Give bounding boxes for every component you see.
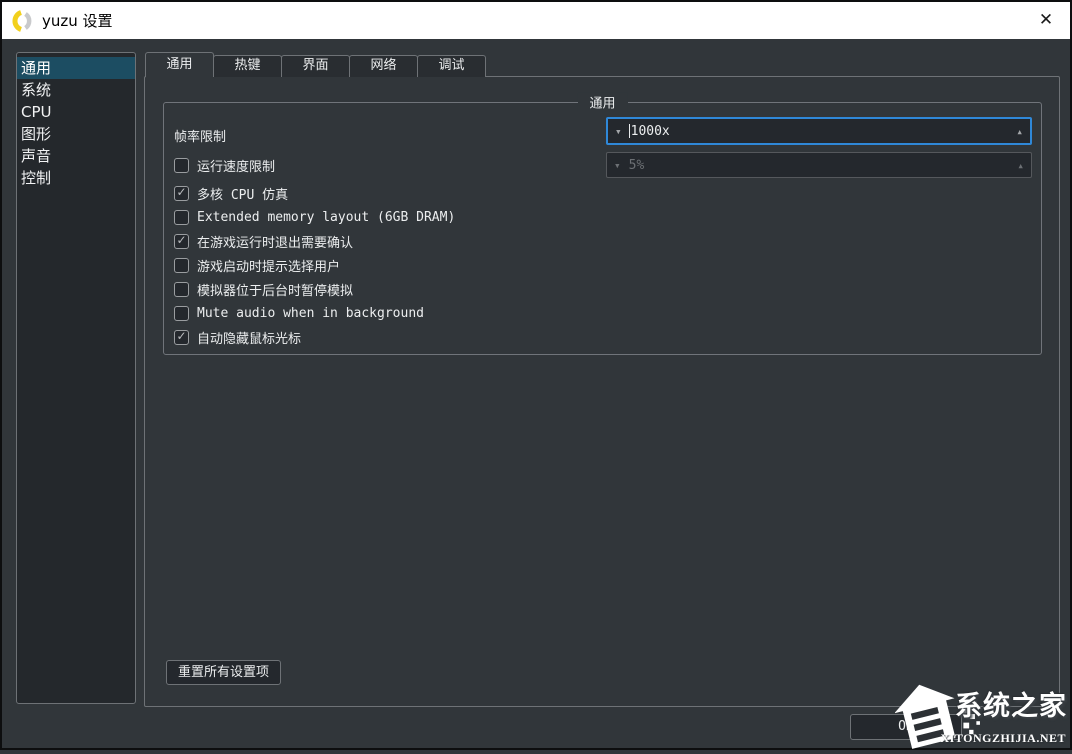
sidebar-item-audio[interactable]: 声音 (17, 145, 135, 167)
sidebar-item-graphics[interactable]: 图形 (17, 123, 135, 145)
category-list: 通用 系统 CPU 图形 声音 控制 (16, 52, 136, 704)
checkbox-box (174, 306, 189, 321)
chevron-down-icon: ▾ (614, 160, 621, 171)
check-icon: ✓ (176, 234, 186, 246)
frame-rate-value: 1000x (631, 124, 670, 139)
sidebar-item-system[interactable]: 系统 (17, 79, 135, 101)
frame-rate-combobox[interactable]: ▾ 1000x ▴ (606, 117, 1032, 145)
tab-general[interactable]: 通用 (145, 52, 214, 77)
watermark-site-name: 系统之家 (955, 684, 1067, 723)
checkbox-box: ✓ (174, 186, 189, 201)
text-cursor (629, 124, 630, 138)
checkbox-mute-background[interactable]: Mute audio when in background (174, 305, 424, 321)
checkbox-multicore-cpu[interactable]: ✓ 多核 CPU 仿真 (174, 185, 288, 201)
checkbox-box (174, 282, 189, 297)
speed-limit-value: 5% (629, 158, 645, 173)
reset-settings-button[interactable]: 重置所有设置项 (166, 660, 281, 685)
checkbox-box (174, 210, 189, 225)
sidebar-item-controls[interactable]: 控制 (17, 167, 135, 189)
tab-network[interactable]: 网络 (349, 55, 418, 77)
sidebar-item-general[interactable]: 通用 (17, 57, 135, 79)
checkbox-box (174, 258, 189, 273)
checkbox-pause-background[interactable]: 模拟器位于后台时暂停模拟 (174, 281, 353, 297)
general-groupbox: 通用 帧率限制 ▾ 1000x ▴ ▾ 5% ▴ 运行速度限制 ✓ 多核 CPU… (163, 102, 1042, 355)
check-icon: ✓ (176, 330, 186, 342)
checkbox-limit-speed[interactable]: 运行速度限制 (174, 157, 275, 173)
checkbox-prompt-user[interactable]: 游戏启动时提示选择用户 (174, 257, 340, 273)
settings-window: yuzu 设置 ✕ 通用 系统 CPU 图形 声音 控制 通用 热键 界面 网络… (0, 0, 1072, 750)
close-icon[interactable]: ✕ (1028, 3, 1064, 37)
yuzu-logo-icon (11, 9, 35, 33)
frame-rate-label: 帧率限制 (174, 126, 226, 145)
tab-debug[interactable]: 调试 (417, 55, 486, 77)
speed-limit-combobox: ▾ 5% ▴ (606, 152, 1032, 178)
titlebar: yuzu 设置 ✕ (2, 2, 1070, 39)
checkbox-confirm-exit[interactable]: ✓ 在游戏运行时退出需要确认 (174, 233, 353, 249)
checkbox-box (174, 158, 189, 173)
chevron-up-icon: ▴ (1016, 126, 1023, 137)
tab-pane: 通用 帧率限制 ▾ 1000x ▴ ▾ 5% ▴ 运行速度限制 ✓ 多核 CPU… (144, 76, 1060, 707)
checkbox-box: ✓ (174, 234, 189, 249)
groupbox-title: 通用 (577, 93, 627, 112)
watermark-site-url: XITONGZHIJIA.NET (941, 731, 1066, 746)
checkbox-box: ✓ (174, 330, 189, 345)
checkbox-hide-cursor[interactable]: ✓ 自动隐藏鼠标光标 (174, 329, 301, 345)
window-title: yuzu 设置 (42, 10, 113, 31)
check-icon: ✓ (176, 186, 186, 198)
tab-hotkeys[interactable]: 热键 (213, 55, 282, 77)
chevron-down-icon: ▾ (615, 126, 622, 137)
tab-bar: 通用 热键 界面 网络 调试 (145, 52, 485, 77)
sidebar-item-cpu[interactable]: CPU (17, 101, 135, 123)
chevron-up-icon: ▴ (1017, 160, 1024, 171)
tab-interface[interactable]: 界面 (281, 55, 350, 77)
watermark: 系统之家 XITONGZHIJIA.NET (855, 676, 1070, 748)
checkbox-extended-memory[interactable]: Extended memory layout (6GB DRAM) (174, 209, 455, 225)
